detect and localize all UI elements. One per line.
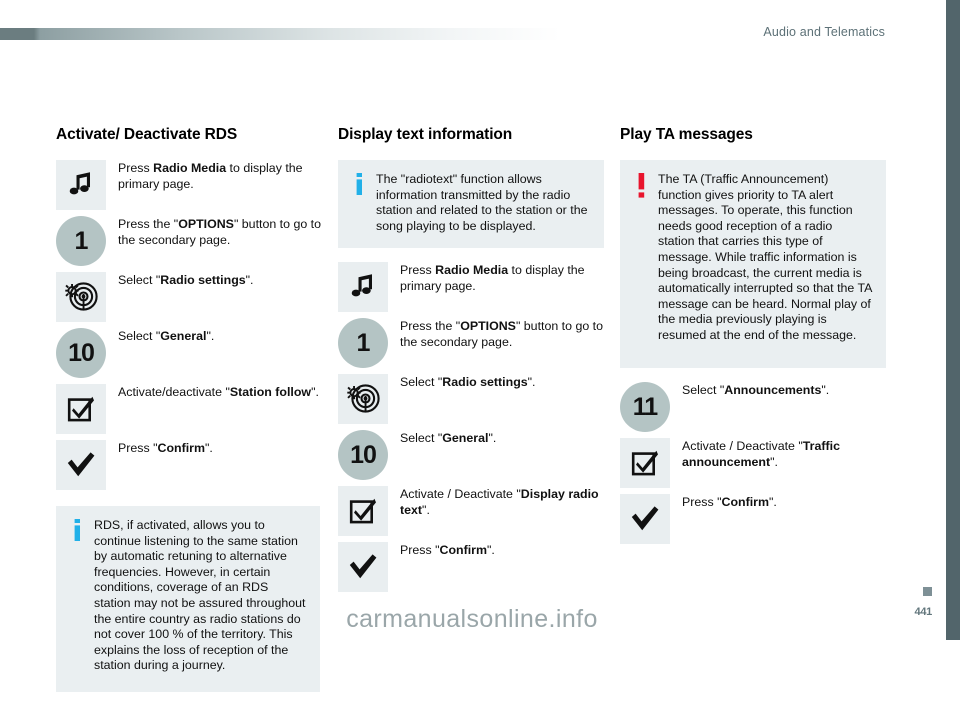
music-note-icon <box>56 160 106 210</box>
step-row: 1 Press the "OPTIONS" button to go to the… <box>338 318 604 370</box>
warning-exclamation-icon <box>632 172 650 204</box>
radio-settings-icon <box>56 272 106 322</box>
step-instruction-text: Activate / Deactivate "Display radio tex… <box>400 487 599 517</box>
step-instruction-text: Select "Radio settings". <box>118 273 254 287</box>
watermark: carmanualsonline.info <box>346 605 598 633</box>
step-row: Press Radio Media to display the primary… <box>338 262 604 314</box>
section-play-ta-messages: Play TA messages The TA (Traffic Announce… <box>620 126 886 550</box>
step-instruction-text: Select "Announcements". <box>682 383 830 397</box>
step-row: 11 Select "Announcements". <box>620 382 886 434</box>
step-row: 1 Press the "OPTIONS" button to go to the… <box>56 216 322 268</box>
info-note-box: The "radiotext" function allows informat… <box>338 160 604 249</box>
step-number-icon: 11 <box>620 382 670 432</box>
step-instruction-text: Press "Confirm". <box>682 495 777 509</box>
info-icon <box>350 172 368 202</box>
step-number-label: 10 <box>350 440 377 469</box>
note-text: The TA (Traffic Announcement) function g… <box>658 172 872 342</box>
footer-square-mark <box>923 587 932 596</box>
checkmark-icon <box>56 440 106 490</box>
checkmark-icon <box>620 494 670 544</box>
step-instruction-text: Press the "OPTIONS" button to go to the … <box>400 319 604 349</box>
note-text: The "radiotext" function allows informat… <box>376 172 588 233</box>
step-row: Activate / Deactivate "Traffic announcem… <box>620 438 886 490</box>
step-row: Activate / Deactivate "Display radio tex… <box>338 486 604 538</box>
checkbox-checked-icon <box>338 486 388 537</box>
step-number-icon: 1 <box>56 216 106 266</box>
step-instruction-text: Select "General". <box>400 431 497 446</box>
step-row: 10 Select "General". <box>56 328 322 380</box>
column-title: Activate/ Deactivate RDS <box>56 126 238 143</box>
step-number-label: 1 <box>74 226 89 255</box>
step-number-icon: 10 <box>338 430 388 481</box>
step-instruction-text: Press the "OPTIONS" button to go to the … <box>118 217 322 247</box>
step-row: Press "Confirm". <box>338 542 604 594</box>
info-icon <box>68 518 86 548</box>
step-instruction-text: Activate / Deactivate "Traffic announcem… <box>682 439 840 469</box>
step-number-label: 10 <box>68 338 95 367</box>
column-title: Play TA messages <box>620 126 753 143</box>
step-instruction-text: Activate/deactivate "Station follow". <box>118 385 319 399</box>
step-number-icon: 10 <box>56 328 106 378</box>
column-title: Display text information <box>338 126 513 143</box>
step-instruction-text: Press Radio Media to display the primary… <box>118 161 303 191</box>
section-display-text-information: Display text information The "radiotext" … <box>338 126 604 598</box>
radio-settings-icon <box>338 374 388 425</box>
right-edge-bar <box>946 0 960 640</box>
step-number-icon: 1 <box>338 318 388 369</box>
checkbox-checked-icon <box>56 384 106 434</box>
warning-note-box: The TA (Traffic Announcement) function g… <box>620 160 886 368</box>
step-row: Press "Confirm". <box>56 440 322 492</box>
step-row: Select "Radio settings". <box>338 374 604 426</box>
step-number-label: 11 <box>632 392 658 421</box>
step-row: Select "Radio settings". <box>56 272 322 324</box>
step-instruction-text: Press "Confirm". <box>118 441 213 455</box>
step-instruction-text: Press Radio Media to display the primary… <box>400 263 585 293</box>
music-note-icon <box>338 262 388 313</box>
step-instruction-text: Select "Radio settings". <box>400 375 536 390</box>
step-row: Press "Confirm". <box>620 494 886 546</box>
note-text: RDS, if activated, allows you to continu… <box>94 518 306 673</box>
step-row: Press Radio Media to display the primary… <box>56 160 322 212</box>
info-note-box: RDS, if activated, allows you to continu… <box>56 506 320 692</box>
checkmark-icon <box>338 542 388 593</box>
step-row: Activate/deactivate "Station follow". <box>56 384 322 436</box>
step-row: 10 Select "General". <box>338 430 604 482</box>
step-instruction-text: Press "Confirm". <box>400 543 495 558</box>
checkbox-checked-icon <box>620 438 670 488</box>
step-number-label: 1 <box>356 328 371 357</box>
step-instruction-text: Select "General". <box>118 329 215 343</box>
header-title: Audio and Telematics <box>763 25 885 39</box>
